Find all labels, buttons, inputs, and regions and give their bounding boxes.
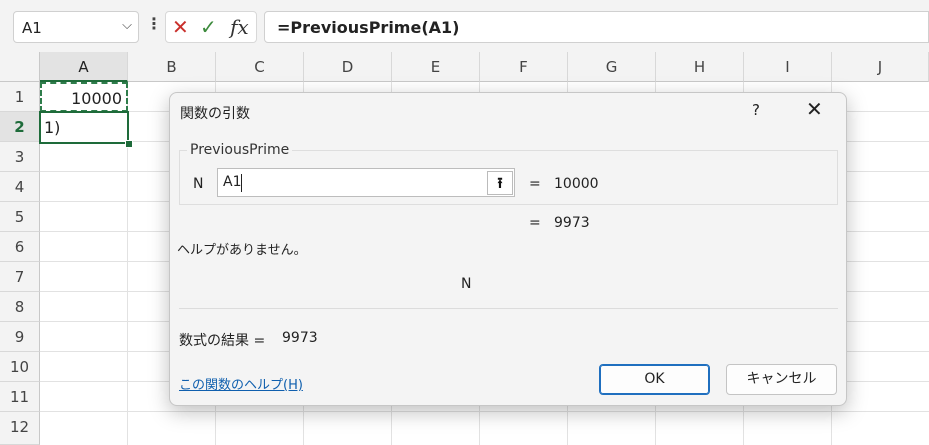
fill-handle[interactable] — [125, 140, 133, 148]
cancel-button[interactable]: キャンセル — [726, 364, 837, 395]
name-box-value: A1 — [22, 19, 42, 37]
gridline — [40, 411, 929, 412]
chevron-down-icon[interactable]: ⌵ — [122, 18, 132, 33]
column-header-f[interactable]: F — [480, 52, 568, 82]
column-header-c[interactable]: C — [216, 52, 304, 82]
name-box[interactable]: A1 ⌵ — [13, 11, 139, 43]
argument-description: N — [461, 276, 472, 292]
help-icon[interactable]: ? — [752, 101, 760, 119]
column-header-j[interactable]: J — [832, 52, 929, 82]
column-header-e[interactable]: E — [392, 52, 480, 82]
column-header-b[interactable]: B — [128, 52, 216, 82]
cell-a2-value: 1) — [44, 118, 61, 137]
argument-n-value: A1 — [223, 174, 242, 190]
insert-function-icon[interactable]: fx — [230, 15, 249, 39]
function-result-value: 9973 — [554, 215, 590, 231]
cell-a2-active[interactable]: 1) — [39, 111, 129, 144]
row-header-12[interactable]: 12 — [0, 412, 40, 445]
formula-bar: A1 ⌵ ⋮ ✕ ✓ fx =PreviousPrime(A1) — [0, 0, 929, 52]
formula-result-label: 数式の結果 = — [179, 333, 266, 349]
row-header-8[interactable]: 8 — [0, 292, 40, 322]
text-caret — [241, 174, 242, 192]
argument-label: N — [193, 176, 204, 192]
row-header-1[interactable]: 1 — [0, 82, 40, 112]
function-name: PreviousPrime — [187, 142, 293, 158]
row-header-2[interactable]: 2 — [0, 112, 40, 142]
column-header-a[interactable]: A — [40, 52, 128, 82]
formula-text: =PreviousPrime(A1) — [277, 18, 460, 37]
row-header-5[interactable]: 5 — [0, 202, 40, 232]
argument-equals: = — [529, 176, 541, 192]
select-all-corner[interactable] — [0, 52, 40, 82]
enter-formula-icon[interactable]: ✓ — [200, 15, 217, 39]
row-header-7[interactable]: 7 — [0, 262, 40, 292]
formula-input[interactable]: =PreviousPrime(A1) — [264, 11, 929, 43]
column-header-h[interactable]: H — [656, 52, 744, 82]
column-header-d[interactable]: D — [304, 52, 392, 82]
row-header-4[interactable]: 4 — [0, 172, 40, 202]
row-header-9[interactable]: 9 — [0, 322, 40, 352]
cell-a1[interactable]: 10000 — [40, 82, 128, 112]
close-icon[interactable]: ✕ — [806, 97, 823, 121]
function-help-link[interactable]: この関数のヘルプ(H) — [179, 374, 303, 393]
column-header-i[interactable]: I — [744, 52, 832, 82]
row-header-3[interactable]: 3 — [0, 142, 40, 172]
argument-n-input[interactable]: A1 — [217, 168, 515, 197]
row-header-10[interactable]: 10 — [0, 352, 40, 382]
column-header-g[interactable]: G — [568, 52, 656, 82]
row-header-6[interactable]: 6 — [0, 232, 40, 262]
row-header-11[interactable]: 11 — [0, 382, 40, 412]
divider — [179, 308, 838, 309]
dialog-title: 関数の引数 — [180, 106, 250, 122]
cancel-formula-icon[interactable]: ✕ — [172, 15, 189, 39]
vertical-dots-icon[interactable]: ⋮ — [146, 14, 162, 33]
cell-a1-value: 10000 — [71, 89, 122, 108]
function-arguments-dialog: 関数の引数 ? ✕ PreviousPrime N A1 ⭱ = 10000 =… — [169, 92, 847, 406]
result-equals: = — [529, 215, 541, 231]
function-description: ヘルプがありません。 — [177, 243, 307, 258]
argument-evaluated-value: 10000 — [554, 176, 599, 192]
formula-result-value: 9973 — [282, 330, 318, 346]
formula-buttons: ✕ ✓ fx — [165, 11, 257, 43]
collapse-dialog-icon[interactable]: ⭱ — [487, 171, 513, 195]
ok-button[interactable]: OK — [599, 364, 710, 395]
